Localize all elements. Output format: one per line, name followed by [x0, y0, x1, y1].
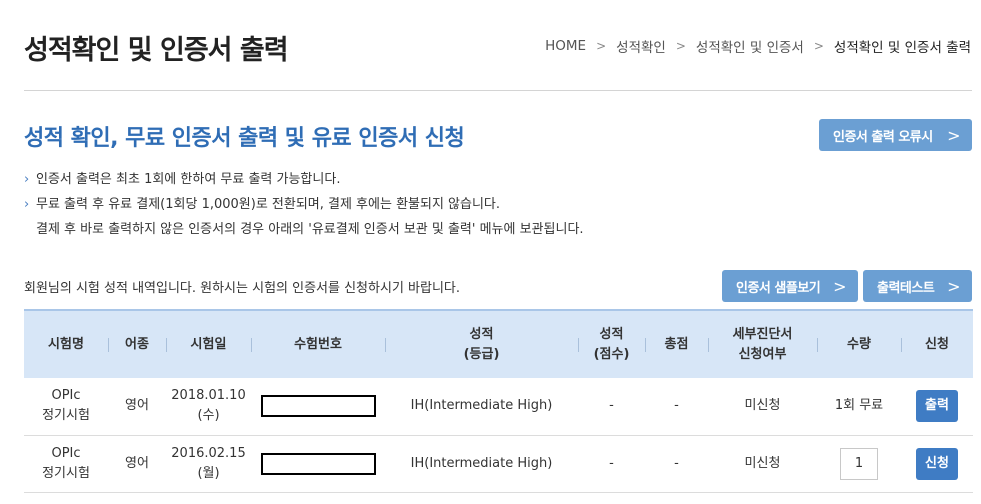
note-text: 무료 출력 후 유료 결제(1회당 1,000원)로 전환되며, 결제 후에는 …: [36, 197, 501, 212]
cell-language: 영어: [125, 398, 149, 414]
breadcrumb-score-check[interactable]: 성적확인: [616, 36, 666, 56]
note-item: › 인증서 출력은 최초 1회에 한하여 무료 출력 가능합니다.: [24, 167, 584, 192]
cell-language: 영어: [125, 455, 149, 471]
cell-exam-name: OPIc 정기시험: [42, 445, 90, 481]
print-test-button[interactable]: 출력테스트 >: [863, 270, 972, 302]
certificate-error-button[interactable]: 인증서 출력 오류시 >: [819, 119, 972, 151]
section-title: 성적 확인, 무료 인증서 출력 및 유료 인증서 신청: [24, 126, 465, 151]
cell-score: -: [609, 455, 614, 471]
header-apply: 신청: [901, 310, 973, 378]
cell-action: 신청: [901, 435, 973, 492]
cell-quantity: 1: [817, 435, 901, 492]
cell-exam-date: 2016.02.15 (월): [171, 445, 246, 481]
cell-grade: IH(Intermediate High): [410, 455, 553, 471]
cell-quantity: 1회 무료: [834, 398, 884, 414]
header-total: 총점: [645, 310, 708, 378]
chevron-right-icon: >: [947, 276, 960, 296]
breadcrumb-home[interactable]: HOME: [545, 38, 586, 54]
cell-total: -: [674, 398, 679, 414]
header-exam-name: 시험명: [48, 336, 84, 352]
cell-exam-date: 2018.01.10 (수): [171, 388, 246, 424]
header-grade: 성적 (등급): [385, 310, 578, 378]
print-test-button-label: 출력테스트: [877, 280, 935, 296]
header-language: 어종: [108, 310, 166, 378]
note-text: 인증서 출력은 최초 1회에 한하여 무료 출력 가능합니다.: [36, 172, 341, 187]
cell-grade: IH(Intermediate High): [410, 398, 553, 414]
redacted-exam-number: [260, 395, 376, 418]
breadcrumb: HOME > 성적확인 > 성적확인 및 인증서 > 성적확인 및 인증서 출력: [545, 36, 971, 56]
cell-exam-number: [251, 435, 385, 492]
certificate-sample-button-label: 인증서 샘플보기: [736, 280, 821, 296]
table-row: OPIc 정기시험 영어 2018.01.10 (수) IH(Intermedi…: [24, 378, 973, 435]
apply-button[interactable]: 신청: [916, 447, 958, 480]
cell-diagnosis: 미신청: [744, 455, 781, 471]
chevron-right-icon: >: [833, 276, 846, 296]
table-header-row: 시험명 어종 시험일 수험번호 성적 (등급) 성적 (점수) 총점 세부진단서…: [24, 310, 973, 378]
header-quantity: 수량: [817, 310, 901, 378]
header-exam-number: 수험번호: [251, 310, 385, 378]
page-title: 성적확인 및 인증서 출력: [24, 35, 289, 66]
breadcrumb-current: 성적확인 및 인증서 출력: [833, 40, 971, 56]
cell-total: -: [674, 455, 679, 471]
header-diagnosis: 세부진단서 신청여부: [708, 310, 817, 378]
cell-exam-number: [251, 378, 385, 435]
cell-exam-name: OPIc 정기시험: [42, 388, 90, 424]
certificate-sample-button[interactable]: 인증서 샘플보기 >: [722, 270, 858, 302]
note-item: › 무료 출력 후 유료 결제(1회당 1,000원)로 전환되며, 결제 후에…: [24, 192, 584, 217]
quantity-input[interactable]: 1: [840, 447, 878, 480]
notes-list: › 인증서 출력은 최초 1회에 한하여 무료 출력 가능합니다. › 무료 출…: [24, 167, 584, 242]
chevron-right-icon: >: [596, 39, 607, 53]
cell-score: -: [609, 398, 614, 414]
table-row: OPIc 정기시험 영어 2016.02.15 (월) IH(Intermedi…: [24, 435, 973, 492]
intro-text: 회원님의 시험 성적 내역입니다. 원하시는 시험의 인증서를 신청하시기 바랍…: [24, 281, 461, 296]
chevron-right-icon: ›: [24, 197, 30, 212]
print-button[interactable]: 출력: [916, 390, 958, 423]
header-divider: [24, 90, 972, 91]
chevron-right-icon: >: [675, 39, 686, 53]
header-score: 성적 (점수): [578, 310, 645, 378]
chevron-right-icon: >: [813, 39, 824, 53]
chevron-right-icon: ›: [24, 172, 30, 187]
breadcrumb-score-certificate[interactable]: 성적확인 및 인증서: [696, 36, 804, 56]
redacted-exam-number: [260, 452, 376, 475]
note-text: 결제 후 바로 출력하지 않은 인증서의 경우 아래의 '유료결제 인증서 보관…: [36, 222, 584, 237]
chevron-right-icon: >: [947, 125, 960, 145]
header-exam-date: 시험일: [166, 310, 251, 378]
certificate-error-button-label: 인증서 출력 오류시: [833, 129, 933, 145]
cell-action: 출력: [901, 378, 973, 435]
score-table: 시험명 어종 시험일 수험번호 성적 (등급) 성적 (점수) 총점 세부진단서…: [24, 309, 973, 493]
cell-diagnosis: 미신청: [744, 398, 781, 414]
